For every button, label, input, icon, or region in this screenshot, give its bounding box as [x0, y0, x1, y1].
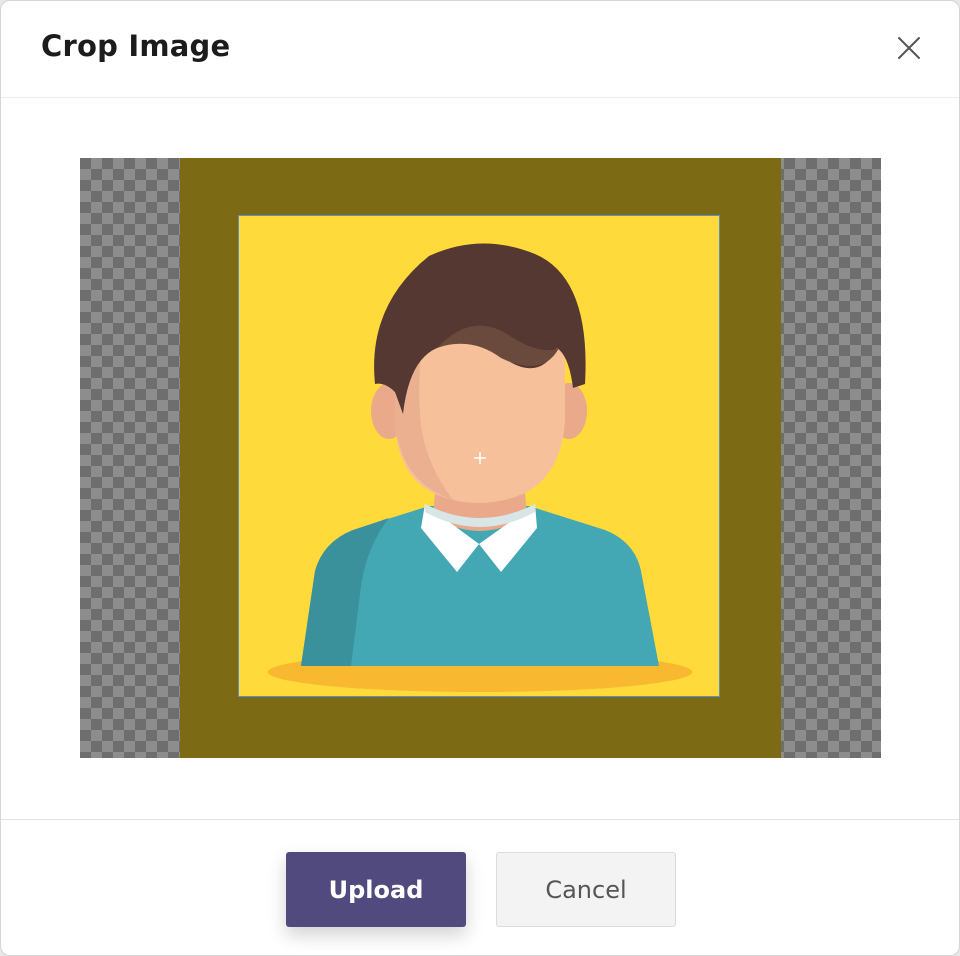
close-icon[interactable] — [893, 32, 925, 64]
dialog-body — [1, 98, 959, 818]
crop-selection-box[interactable] — [238, 215, 720, 697]
dialog-header: Crop Image — [1, 1, 959, 98]
crop-image-dialog: Crop Image Upload Cancel — [0, 0, 960, 956]
avatar-illustration — [239, 216, 719, 696]
dialog-title: Crop Image — [41, 29, 231, 63]
cancel-button[interactable]: Cancel — [496, 852, 676, 927]
dialog-footer: Upload Cancel — [1, 819, 959, 955]
crop-canvas[interactable] — [80, 158, 881, 758]
upload-button[interactable]: Upload — [286, 852, 466, 927]
